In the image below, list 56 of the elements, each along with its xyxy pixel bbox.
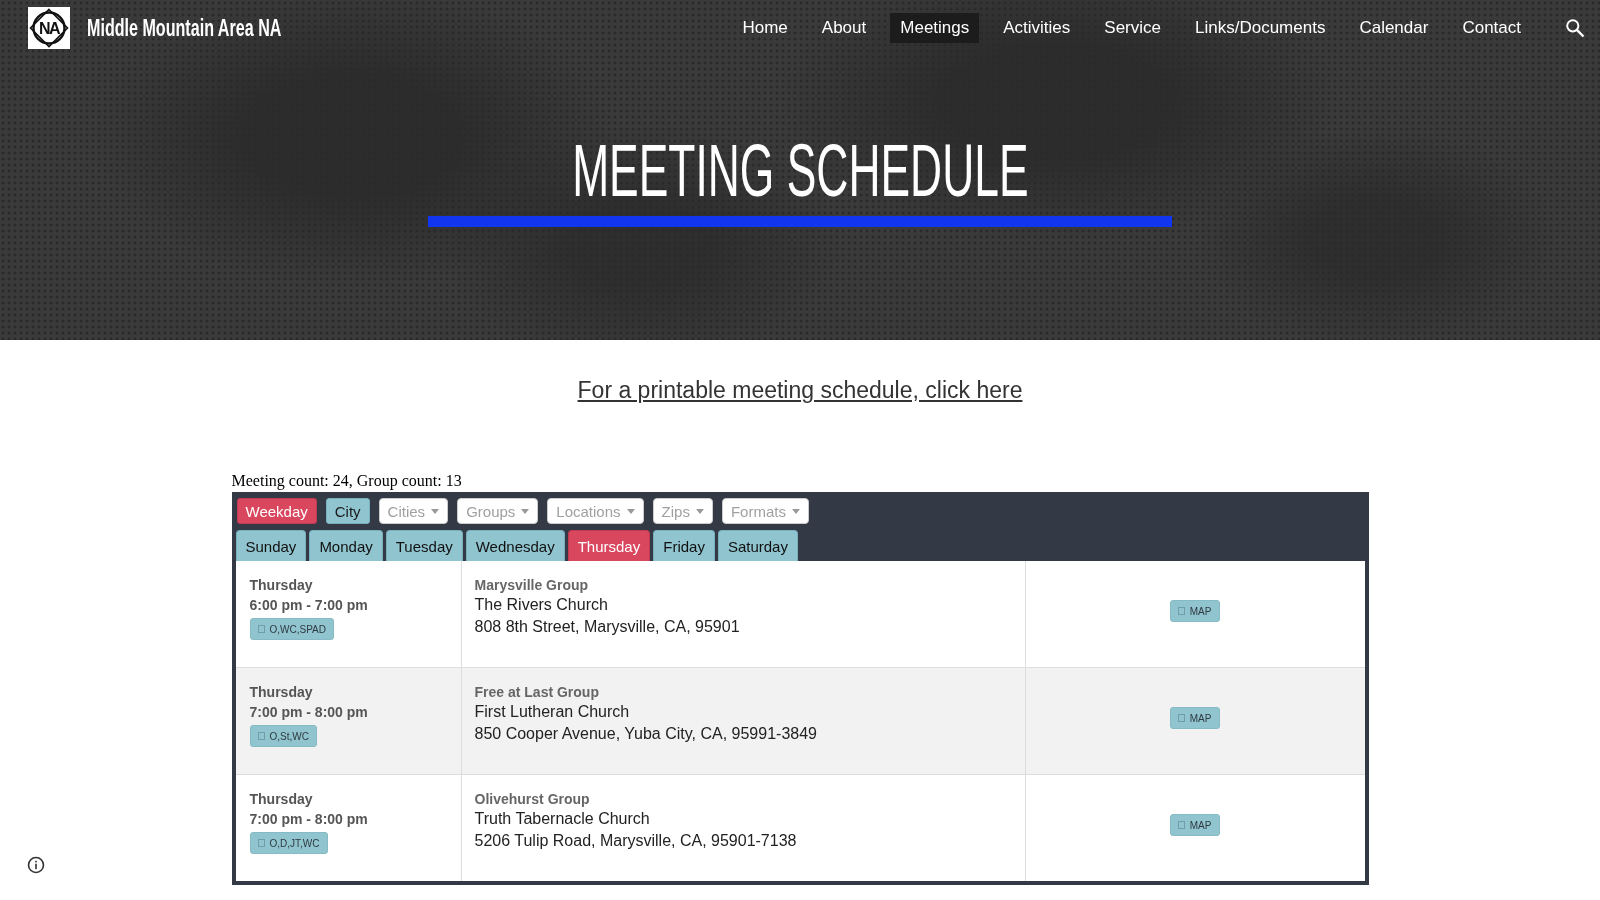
nav-link[interactable]: Links/Documents bbox=[1185, 13, 1336, 43]
day-tab[interactable]: Wednesday bbox=[465, 530, 565, 561]
printable-schedule-link[interactable]: For a printable meeting schedule, click here bbox=[577, 375, 1023, 405]
square-icon bbox=[1177, 714, 1185, 722]
nav-link[interactable]: Activities bbox=[993, 13, 1081, 43]
day-tab[interactable]: Sunday bbox=[235, 530, 307, 561]
meeting-day: Thursday bbox=[249, 789, 313, 809]
search-icon[interactable] bbox=[1565, 18, 1585, 38]
meeting-address: 5206 Tulip Road, Marysville, CA, 95901-7138 bbox=[474, 831, 797, 851]
caret-icon bbox=[521, 508, 530, 514]
day-tab[interactable]: Tuesday bbox=[385, 530, 463, 561]
formats-button[interactable]: O,WC,SPAD bbox=[249, 618, 334, 640]
square-icon bbox=[1177, 821, 1185, 829]
square-icon bbox=[257, 732, 265, 740]
meeting-day: Thursday bbox=[249, 682, 313, 702]
group-name: Free at Last Group bbox=[474, 683, 599, 702]
square-icon bbox=[1177, 607, 1185, 615]
page-title: MEETING SCHEDULE bbox=[571, 131, 1029, 211]
map-button[interactable]: MAP bbox=[1169, 814, 1221, 836]
meeting-time: 6:00 pm - 7:00 pm bbox=[249, 596, 368, 615]
caret-icon bbox=[791, 508, 800, 514]
day-tab[interactable]: Friday bbox=[653, 530, 715, 561]
location-name: The Rivers Church bbox=[474, 595, 608, 615]
day-tab[interactable]: Saturday bbox=[717, 530, 798, 561]
map-button[interactable]: MAP bbox=[1169, 707, 1221, 729]
nav-link[interactable]: About bbox=[811, 13, 877, 43]
day-tab[interactable]: Monday bbox=[309, 530, 383, 561]
site-title[interactable]: Middle Mountain Area NA bbox=[87, 14, 282, 42]
view-toggle[interactable]: Weekday bbox=[236, 498, 317, 524]
meeting-address: 808 8th Street, Marysville, CA, 95901 bbox=[474, 617, 740, 637]
formats-button[interactable]: O,D,JT,WC bbox=[249, 832, 328, 854]
nav-link[interactable]: Service bbox=[1094, 13, 1171, 43]
group-name: Marysville Group bbox=[474, 576, 589, 595]
site-logo[interactable]: NA bbox=[28, 7, 70, 49]
square-icon bbox=[257, 839, 265, 847]
info-icon[interactable] bbox=[27, 856, 45, 874]
location-name: First Lutheran Church bbox=[474, 702, 630, 722]
meeting-time: 7:00 pm - 8:00 pm bbox=[249, 810, 368, 829]
map-button[interactable]: MAP bbox=[1169, 600, 1221, 622]
meeting-day: Thursday bbox=[249, 575, 313, 595]
meeting-time: 7:00 pm - 8:00 pm bbox=[249, 703, 368, 722]
caret-icon bbox=[695, 508, 704, 514]
location-name: Truth Tabernacle Church bbox=[474, 809, 650, 829]
caret-icon bbox=[431, 508, 440, 514]
nav-link[interactable]: Calendar bbox=[1349, 13, 1439, 43]
day-tab[interactable]: Thursday bbox=[567, 530, 651, 561]
nav-link[interactable]: Home bbox=[732, 13, 798, 43]
meeting-address: 850 Cooper Avenue, Yuba City, CA, 95991-3849 bbox=[474, 724, 817, 744]
nav-link[interactable]: Meetings bbox=[890, 13, 980, 43]
caret-icon bbox=[626, 508, 635, 514]
nav-link[interactable]: Contact bbox=[1452, 13, 1531, 43]
formats-button[interactable]: O,St,WC bbox=[249, 725, 317, 747]
view-toggle[interactable]: City bbox=[325, 498, 370, 524]
square-icon bbox=[257, 625, 265, 633]
group-name: Olivehurst Group bbox=[474, 790, 590, 809]
meeting-count-text: Meeting count: 24, Group count: 13 bbox=[231, 472, 463, 490]
